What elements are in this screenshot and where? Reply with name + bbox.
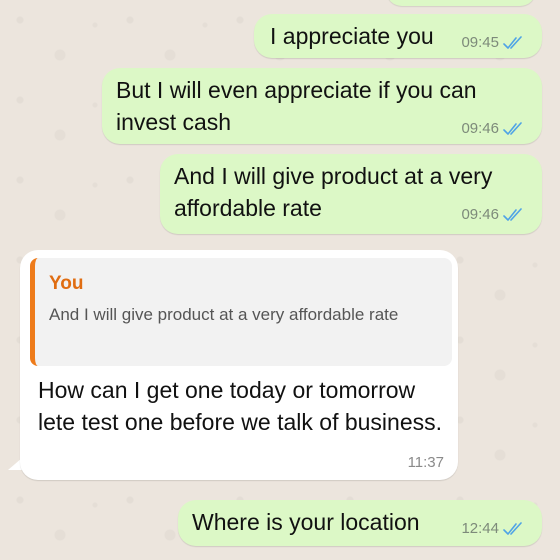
- message-text: Where is your location: [192, 509, 420, 535]
- message-time: 12:44: [461, 520, 499, 537]
- outgoing-message[interactable]: Where is your location 12:44: [178, 500, 542, 546]
- message-meta: 09:46: [461, 206, 528, 223]
- message-meta: 12:44: [461, 520, 528, 537]
- previous-message-bubble[interactable]: [386, 0, 536, 6]
- message-text: How can I get one today or tomorrow lete…: [38, 377, 443, 435]
- double-check-icon: [503, 521, 522, 535]
- double-check-icon: [503, 121, 522, 135]
- message-text: But I will even appreciate if you can in…: [116, 77, 483, 135]
- outgoing-message[interactable]: But I will even appreciate if you can in…: [102, 68, 542, 144]
- double-check-icon: [503, 35, 522, 49]
- quote-text: And I will give product at a very afford…: [49, 305, 399, 324]
- message-meta: 09:45: [461, 34, 528, 51]
- quote-author: You: [49, 273, 84, 294]
- message-time: 09:46: [461, 120, 499, 137]
- message-time: 09:45: [461, 34, 499, 51]
- message-meta: 09:46: [461, 120, 528, 137]
- outgoing-message[interactable]: I appreciate you 09:45: [254, 14, 542, 58]
- incoming-message[interactable]: You And I will give product at a very af…: [20, 250, 458, 480]
- double-check-icon: [503, 207, 522, 221]
- message-time: 09:46: [461, 206, 499, 223]
- outgoing-message[interactable]: And I will give product at a very afford…: [160, 154, 542, 234]
- quoted-reply[interactable]: You And I will give product at a very af…: [30, 258, 452, 366]
- message-text: I appreciate you: [270, 23, 434, 49]
- message-time: 11:37: [407, 454, 444, 471]
- message-meta: 11:37: [408, 454, 444, 471]
- chat-area[interactable]: I appreciate you 09:45 But I will even a…: [0, 0, 560, 560]
